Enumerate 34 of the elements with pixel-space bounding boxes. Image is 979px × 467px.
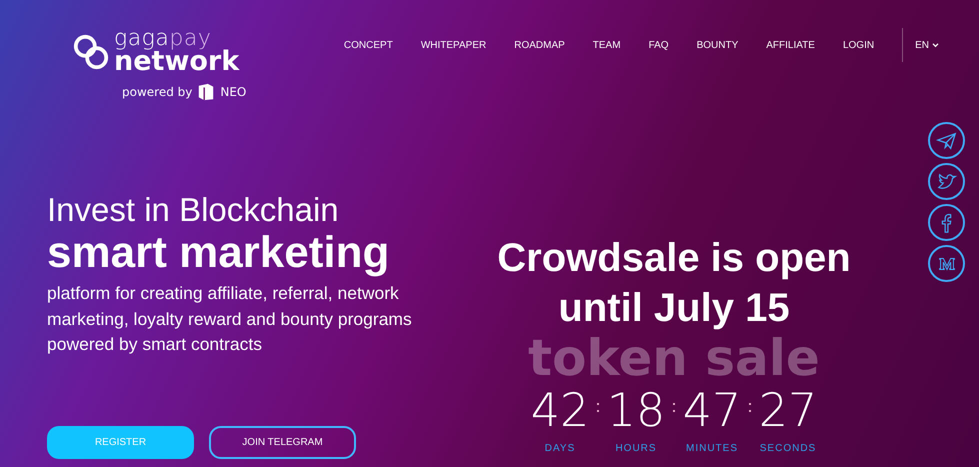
headline: Invest in Blockchain — [47, 191, 340, 229]
nav-link[interactable]: FAQ — [648, 40, 669, 50]
medium-link[interactable] — [928, 245, 965, 282]
countdown-label: HOURS — [615, 443, 657, 454]
countdown-label: SECONDS — [760, 443, 816, 454]
nav-link[interactable]: WHITEPAPER — [420, 40, 486, 50]
nav-link[interactable]: AFFILIATE — [766, 40, 815, 50]
nav-link[interactable]: BOUNTY — [696, 40, 738, 50]
rings-logo-icon — [72, 32, 110, 70]
countdown-label: MINUTES — [686, 443, 738, 454]
brand-network: network — [114, 48, 240, 75]
headline-bold: smart marketing — [47, 229, 390, 278]
nav-link[interactable]: CONCEPT — [344, 40, 393, 50]
crowdsale-title: Crowdsale is open until July 15 — [496, 235, 852, 332]
caret-icon — [932, 42, 939, 48]
telegram-button[interactable]: JOIN TELEGRAM — [209, 426, 356, 459]
facebook-link[interactable] — [928, 204, 965, 241]
description: platform for creating affiliate, referral, network marketing, loyalty reward and bounty programs powered by smart contracts — [47, 282, 413, 356]
nav-link[interactable]: LOGIN — [842, 40, 874, 50]
nav-link[interactable]: TEAM — [592, 40, 621, 50]
countdown-label: DAYS — [544, 443, 576, 454]
telegram-link[interactable] — [928, 122, 965, 159]
countdown-value: 42 — [530, 387, 590, 433]
twitter-link[interactable] — [928, 163, 965, 200]
language-selector[interactable]: EN — [915, 40, 939, 50]
nav-link[interactable]: ROADMAP — [514, 40, 565, 50]
brand-name: gaga pay — [114, 28, 212, 50]
powered-by-text: powered by — [122, 85, 192, 99]
countdown-value: 47 — [682, 387, 742, 433]
backdrop-text: token sale — [528, 333, 820, 383]
countdown-value: 27 — [758, 387, 818, 433]
cube-logo-icon — [197, 83, 216, 101]
countdown-value: 18 — [606, 387, 666, 433]
neo-text: NEO — [220, 85, 246, 99]
